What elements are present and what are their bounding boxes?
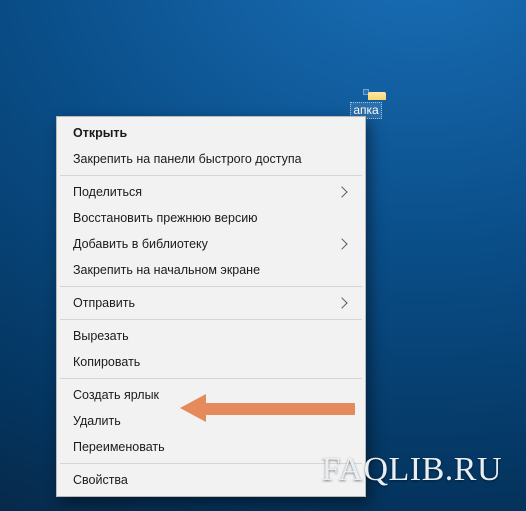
menu-properties[interactable]: Свойства	[59, 467, 363, 493]
chevron-right-icon	[336, 186, 347, 197]
menu-copy[interactable]: Копировать	[59, 349, 363, 375]
desktop-folder[interactable]: апка	[335, 84, 397, 119]
folder-context-menu: Открыть Закрепить на панели быстрого дос…	[56, 116, 366, 497]
menu-rename[interactable]: Переименовать	[59, 434, 363, 460]
chevron-right-icon	[336, 297, 347, 308]
menu-send-to[interactable]: Отправить	[59, 290, 363, 316]
menu-item-label: Поделиться	[73, 184, 142, 200]
menu-item-label: Создать ярлык	[73, 387, 159, 403]
menu-separator	[60, 175, 362, 176]
annotation-arrow	[180, 394, 355, 422]
menu-separator	[60, 319, 362, 320]
menu-open[interactable]: Открыть	[59, 120, 363, 146]
menu-separator	[60, 463, 362, 464]
watermark-text: FAQLIB.RU	[322, 451, 503, 489]
menu-share[interactable]: Поделиться	[59, 179, 363, 205]
menu-item-label: Свойства	[73, 472, 128, 488]
menu-separator	[60, 378, 362, 379]
arrow-shaft	[202, 403, 355, 415]
menu-item-label: Копировать	[73, 354, 140, 370]
menu-item-label: Восстановить прежнюю версию	[73, 210, 258, 226]
chevron-right-icon	[336, 238, 347, 249]
menu-pin-start[interactable]: Закрепить на начальном экране	[59, 257, 363, 283]
menu-item-label: Удалить	[73, 413, 121, 429]
menu-item-label: Переименовать	[73, 439, 165, 455]
menu-item-label: Вырезать	[73, 328, 129, 344]
menu-item-label: Открыть	[73, 125, 127, 141]
menu-pin-quick-access[interactable]: Закрепить на панели быстрого доступа	[59, 146, 363, 172]
menu-restore-previous[interactable]: Восстановить прежнюю версию	[59, 205, 363, 231]
menu-item-label: Добавить в библиотеку	[73, 236, 208, 252]
menu-item-label: Закрепить на панели быстрого доступа	[73, 151, 302, 167]
menu-item-label: Закрепить на начальном экране	[73, 262, 260, 278]
menu-separator	[60, 286, 362, 287]
folder-icon	[363, 89, 369, 95]
menu-cut[interactable]: Вырезать	[59, 323, 363, 349]
menu-item-label: Отправить	[73, 295, 135, 311]
menu-add-to-library[interactable]: Добавить в библиотеку	[59, 231, 363, 257]
